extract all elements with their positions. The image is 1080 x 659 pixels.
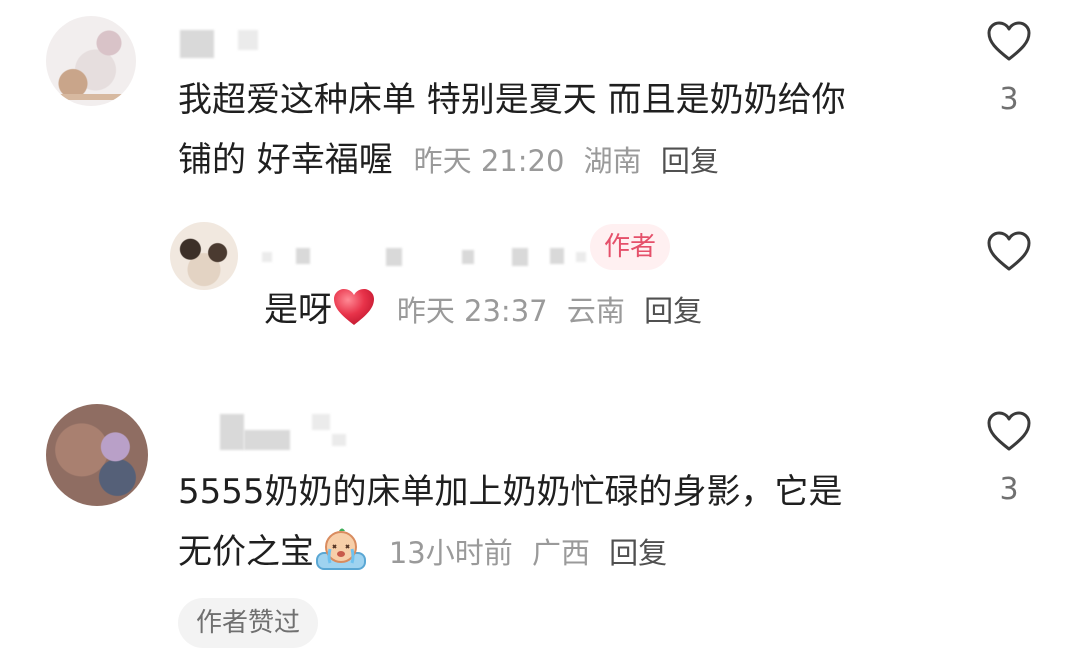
comment-text-line2: 无价之宝 [178, 532, 314, 572]
like-heart-icon[interactable] [986, 410, 1032, 452]
username-blurred[interactable] [220, 414, 244, 450]
reply-meta: 昨天 23:37 云南 回复 [397, 294, 702, 328]
reply-button[interactable]: 回复 [644, 294, 702, 328]
author-liked-tag: 作者赞过 [178, 598, 318, 648]
red-heart-icon [334, 289, 374, 325]
comment-meta: 昨天 21:20 湖南 回复 [414, 144, 719, 178]
reply-text: 是呀 昨天 23:37 云南 回复 [264, 280, 702, 341]
like-heart-icon[interactable] [986, 20, 1032, 62]
username-blurred[interactable] [262, 252, 272, 262]
comment-location: 广西 [531, 536, 590, 570]
like-heart-icon[interactable] [986, 230, 1032, 272]
reply-text-content: 是呀 [264, 290, 332, 330]
reply-time: 昨天 23:37 [396, 294, 548, 328]
reply-button[interactable]: 回复 [661, 144, 719, 178]
comment-text-line1: 5555奶奶的床单加上奶奶忙碌的身影，它是 [178, 472, 843, 512]
like-count: 3 [999, 82, 1019, 117]
comment-meta: 13小时前 广西 回复 [389, 536, 667, 570]
author-badge: 作者 [590, 224, 670, 270]
crying-face-icon [316, 528, 366, 570]
username-blurred-part [238, 30, 258, 50]
reply-location: 云南 [566, 294, 625, 328]
username-blurred-part [296, 248, 310, 264]
username-blurred-part [576, 252, 586, 262]
comment-text-continued: 无价之宝 13小时前 广西 回复 [178, 522, 667, 583]
like-count: 3 [999, 472, 1019, 507]
avatar[interactable] [46, 16, 136, 106]
comment-text-continued: 铺的 好幸福喔 昨天 21:20 湖南 回复 [178, 130, 719, 191]
username-blurred[interactable] [180, 30, 214, 58]
comment-text: 我超爱这种床单 特别是夏天 而且是奶奶给你 [178, 70, 846, 130]
username-blurred-part [332, 434, 346, 446]
avatar[interactable] [170, 222, 238, 290]
username-blurred-part [244, 430, 290, 450]
comment-time: 昨天 21:20 [413, 144, 565, 178]
username-blurred-part [550, 248, 564, 264]
reply-button[interactable]: 回复 [609, 536, 667, 570]
avatar-detail [54, 94, 130, 100]
comment-text-line2: 铺的 好幸福喔 [178, 140, 393, 180]
username-blurred-part [512, 248, 528, 266]
avatar[interactable] [46, 404, 148, 506]
comment-text-line1: 我超爱这种床单 特别是夏天 而且是奶奶给你 [178, 80, 846, 120]
comment-location: 湖南 [583, 144, 642, 178]
username-blurred-part [312, 414, 330, 430]
comment-time: 13小时前 [388, 536, 513, 570]
username-blurred-part [386, 248, 402, 266]
username-blurred-part [462, 250, 474, 264]
comment-text: 5555奶奶的床单加上奶奶忙碌的身影，它是 [178, 462, 843, 522]
